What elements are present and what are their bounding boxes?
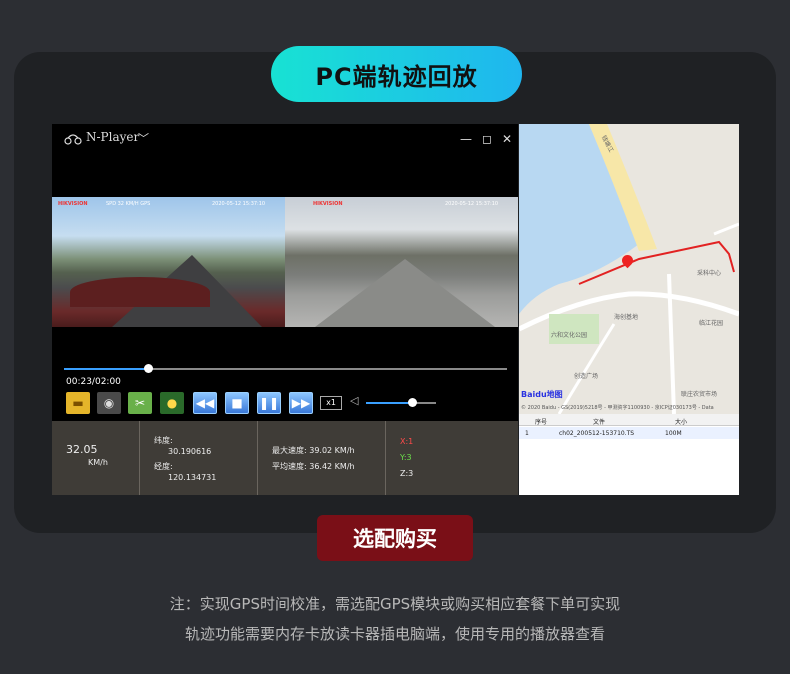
seek-handle[interactable] bbox=[144, 364, 154, 373]
close-button[interactable]: ✕ bbox=[499, 131, 515, 147]
volume-handle[interactable] bbox=[408, 398, 418, 407]
column-file: 文件 bbox=[593, 419, 606, 426]
video-timestamp: 2020-05-12 15:37:10 bbox=[212, 201, 266, 207]
video-brand: HIKVISION bbox=[313, 201, 343, 207]
column-index: 序号 bbox=[535, 419, 548, 426]
stop-icon[interactable]: ■ bbox=[225, 392, 249, 414]
map-label: 临江花园 bbox=[699, 320, 724, 327]
rewind-icon[interactable]: ◀◀ bbox=[193, 392, 217, 414]
longitude-value: 120.134731 bbox=[168, 473, 217, 482]
snapshot-icon[interactable]: ● bbox=[160, 392, 184, 414]
baidu-logo: Baidu地图 bbox=[521, 390, 563, 399]
map-label: 海创基地 bbox=[614, 314, 639, 321]
playback-speed-button[interactable]: x1 bbox=[320, 396, 342, 410]
player-titlebar: N-Player ﹀ — ◻ ✕ bbox=[52, 124, 518, 154]
folder-icon[interactable]: ▬ bbox=[66, 392, 90, 414]
road-shape bbox=[315, 259, 495, 327]
track-map[interactable]: 钱塘江 采科中心 六和文化公园 海创基地 临江花园 创造广场 联庄农贸市场 Ba… bbox=[519, 124, 739, 414]
buy-button[interactable]: 选配购买 bbox=[317, 515, 473, 561]
map-copyright: © 2020 Baidu - GS(2019)5218号 - 甲测资字11009… bbox=[521, 405, 714, 411]
z-axis-value: Z:3 bbox=[400, 469, 414, 478]
video-left-osd: SPD 32 KM/H GPS bbox=[106, 201, 151, 207]
volume-icon[interactable]: ◁ bbox=[350, 394, 358, 407]
row-size: 100M bbox=[665, 430, 682, 437]
n-player-logo-icon bbox=[64, 134, 82, 145]
speed-cell: 32.05 KM/h bbox=[52, 421, 140, 495]
longitude-label: 经度: bbox=[154, 462, 173, 471]
minimize-button[interactable]: — bbox=[458, 131, 474, 147]
file-list: 序号 文件 大小 1 ch02_200512-153710.TS 100M bbox=[519, 414, 739, 495]
front-camera-view[interactable]: HIKVISION SPD 32 KM/H GPS 2020-05-12 15:… bbox=[52, 197, 285, 327]
current-speed: 32.05 bbox=[66, 443, 98, 456]
seek-bar-progress bbox=[64, 368, 149, 370]
fast-forward-icon[interactable]: ▶▶ bbox=[289, 392, 313, 414]
page-title: PC端轨迹回放 bbox=[271, 46, 522, 102]
speed-unit: KM/h bbox=[88, 458, 108, 467]
video-brand: HIKVISION bbox=[58, 201, 88, 207]
dashboard-shape bbox=[70, 277, 210, 307]
camera-icon[interactable]: ◉ bbox=[97, 392, 121, 414]
map-label: 采科中心 bbox=[697, 270, 722, 277]
pause-icon[interactable]: ❚❚ bbox=[257, 392, 281, 414]
speed-stats-cell: 最大速度: 39.02 KM/h 平均速度: 36.42 KM/h bbox=[258, 421, 386, 495]
latitude-value: 30.190616 bbox=[168, 447, 212, 456]
note-line: 注：实现GPS时间校准，需选配GPS模块或购买相应套餐下单可实现 bbox=[169, 595, 621, 613]
volume-level bbox=[366, 402, 413, 404]
latitude-label: 纬度: bbox=[154, 436, 173, 445]
map-label: 联庄农贸市场 bbox=[681, 391, 718, 398]
rear-camera-view[interactable]: HIKVISION 2020-05-12 15:37:10 bbox=[285, 197, 518, 327]
clip-icon[interactable]: ✂ bbox=[128, 392, 152, 414]
avg-speed: 平均速度: 36.42 KM/h bbox=[272, 462, 355, 471]
player-window: N-Player ﹀ — ◻ ✕ HIKVISION SPD 32 KM/H G… bbox=[52, 124, 518, 495]
y-axis-value: Y:3 bbox=[400, 453, 412, 462]
row-file: ch02_200512-153710.TS bbox=[559, 430, 635, 437]
video-timestamp: 2020-05-12 15:37:10 bbox=[445, 201, 499, 207]
gsensor-cell: X:1 Y:3 Z:3 bbox=[386, 421, 518, 495]
file-list-header: 序号 文件 大小 bbox=[519, 414, 739, 426]
chevron-down-icon[interactable]: ﹀ bbox=[138, 130, 149, 146]
gps-info-panel: 32.05 KM/h 纬度: 30.190616 经度: 120.134731 … bbox=[52, 421, 518, 495]
table-row[interactable]: 1 ch02_200512-153710.TS 100M bbox=[519, 427, 739, 439]
row-index: 1 bbox=[525, 430, 529, 437]
max-speed: 最大速度: 39.02 KM/h bbox=[272, 446, 355, 455]
map-label: 六和文化公园 bbox=[551, 332, 588, 339]
x-axis-value: X:1 bbox=[400, 437, 414, 446]
playback-time: 00:23/02:00 bbox=[66, 377, 121, 387]
maximize-button[interactable]: ◻ bbox=[479, 131, 495, 147]
column-size: 大小 bbox=[675, 419, 688, 426]
map-label: 创造广场 bbox=[574, 373, 599, 380]
note-line: 轨迹功能需要内存卡放读卡器插电脑端，使用专用的播放器查看 bbox=[184, 625, 605, 643]
coordinate-cell: 纬度: 30.190616 经度: 120.134731 bbox=[140, 421, 258, 495]
app-name[interactable]: N-Player bbox=[86, 130, 139, 144]
